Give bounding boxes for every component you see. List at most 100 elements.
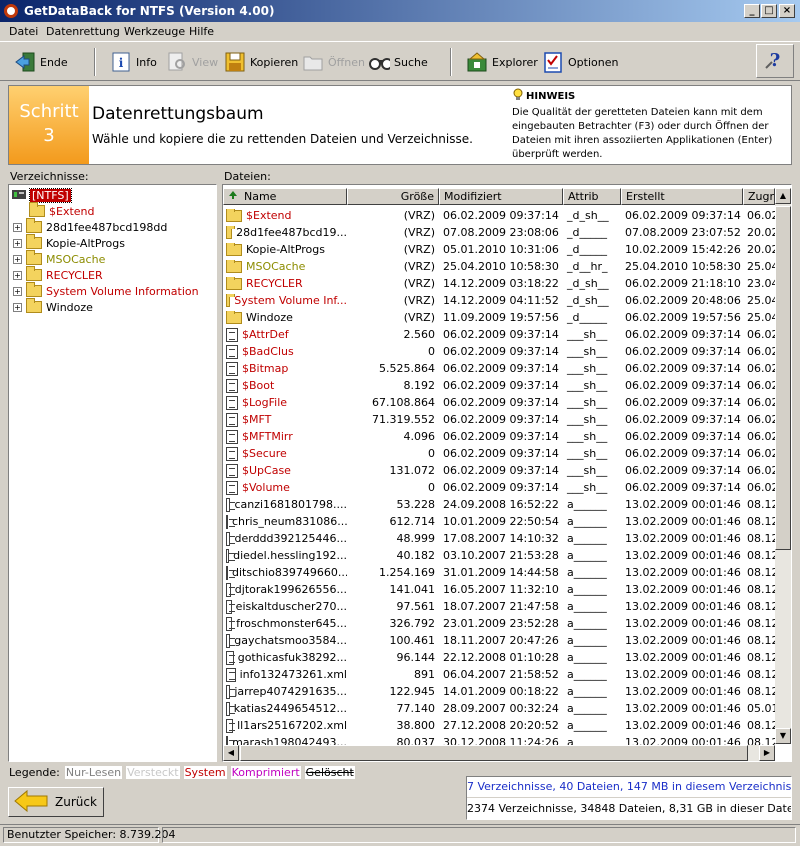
scroll-right-button[interactable]: ▶ xyxy=(759,745,775,761)
file-row[interactable]: System Volume Inf... (VRZ) 14.12.2009 04:1… xyxy=(223,292,775,309)
folder-icon xyxy=(29,202,45,217)
directory-tree[interactable]: [NTFS] $Extend +28d1fee487bcd198dd + Kopie-… xyxy=(8,184,217,762)
menu-hilfe[interactable]: Hilfe xyxy=(189,25,214,38)
info-button[interactable]: i Info xyxy=(110,48,157,76)
file-row[interactable]: RECYCLER (VRZ) 14.12.2009 03:18:22 _d_sh__ 0… xyxy=(223,275,775,292)
minimize-button[interactable]: _ xyxy=(744,4,760,18)
expand-icon[interactable]: + xyxy=(13,238,22,248)
file-row[interactable]: djtorak199626556... 141.041 16.05.2007 11:… xyxy=(223,581,775,598)
oeffnen-button[interactable]: Öffnen xyxy=(302,48,365,76)
horizontal-scrollbar[interactable]: ◀ ▶ xyxy=(223,745,775,761)
suche-button[interactable]: Suche xyxy=(368,48,428,76)
file-mod-cell: 11.09.2009 19:57:56 xyxy=(443,311,559,324)
info-label: Info xyxy=(136,55,157,69)
tree-root[interactable]: [NTFS] xyxy=(11,187,72,203)
file-row[interactable]: gothicasfuk38292... 96.144 22.12.2008 01:1… xyxy=(223,649,775,666)
view-button[interactable]: View xyxy=(166,48,218,76)
tree-item[interactable]: + Kopie-AltProgs xyxy=(13,234,125,251)
tree-item[interactable]: + MSOCache xyxy=(13,250,105,267)
explorer-button[interactable]: Explorer xyxy=(466,48,538,76)
expand-icon[interactable]: + xyxy=(13,222,22,232)
optionen-button[interactable]: Optionen xyxy=(542,48,618,76)
file-row[interactable]: ll1ars25167202.xml 38.800 27.12.2008 20:20… xyxy=(223,717,775,734)
file-row[interactable]: $MFT 71.319.552 06.02.2009 09:37:14 ___sh__… xyxy=(223,411,775,428)
col-created[interactable]: Erstellt xyxy=(621,188,743,205)
expand-icon[interactable]: + xyxy=(13,302,22,312)
file-row[interactable]: $Volume 0 06.02.2009 09:37:14 ___sh__ 06.02.… xyxy=(223,479,775,496)
file-row[interactable]: derddd392125446... 48.999 17.08.2007 14:10… xyxy=(223,530,775,547)
menu-datenrettung[interactable]: Datenrettung xyxy=(46,25,120,38)
file-row[interactable]: katias2449654512... 77.140 28.09.2007 00:3… xyxy=(223,700,775,717)
file-name: 28d1fee487bcd19... xyxy=(236,226,347,239)
file-row[interactable]: $LogFile 67.108.864 06.02.2009 09:37:14 ___… xyxy=(223,394,775,411)
scroll-down-button[interactable]: ▼ xyxy=(775,728,791,744)
col-name[interactable]: Name xyxy=(223,188,347,205)
expand-icon[interactable]: + xyxy=(13,254,22,264)
file-row[interactable]: ditschio839749660... 1.254.169 31.01.2009 … xyxy=(223,564,775,581)
file-row[interactable]: froschmonster645... 326.792 23.01.2009 23:… xyxy=(223,615,775,632)
col-size[interactable]: Größe xyxy=(347,188,439,205)
file-size-cell: (VRZ) xyxy=(403,260,435,273)
file-row[interactable]: Windoze (VRZ) 11.09.2009 19:57:56 _d_____ 06… xyxy=(223,309,775,326)
ende-button[interactable]: Ende xyxy=(14,48,68,76)
file-row[interactable]: $Secure 0 06.02.2009 09:37:14 ___sh__ 06.02.… xyxy=(223,445,775,462)
file-row[interactable]: $Boot 8.192 06.02.2009 09:37:14 ___sh__ 06.0… xyxy=(223,377,775,394)
file-acc-cell: 06.02 xyxy=(747,430,775,443)
file-size-cell: 48.999 xyxy=(396,532,436,545)
menu-werkzeuge[interactable]: Werkzeuge xyxy=(124,25,185,38)
file-name: System Volume Inf... xyxy=(234,294,347,307)
folder-icon xyxy=(226,209,242,222)
col-attrib[interactable]: Attrib xyxy=(563,188,621,205)
file-row[interactable]: canzi1681801798.... 53.228 24.09.2008 16:5… xyxy=(223,496,775,513)
maximize-button[interactable]: □ xyxy=(761,4,777,18)
menu-datei[interactable]: Datei xyxy=(9,25,38,38)
file-row[interactable]: $MFTMirr 4.096 06.02.2009 09:37:14 ___sh__ 0… xyxy=(223,428,775,445)
file-row[interactable]: chris_neum831086... 612.714 10.01.2009 22:… xyxy=(223,513,775,530)
expand-icon[interactable]: + xyxy=(13,270,22,280)
scroll-thumb[interactable] xyxy=(775,206,791,550)
file-mod-cell: 03.10.2007 21:53:28 xyxy=(443,549,559,562)
help-button[interactable]: ? xyxy=(756,44,794,78)
tree-item[interactable]: +28d1fee487bcd198dd xyxy=(13,218,167,235)
file-row[interactable]: $Extend (VRZ) 06.02.2009 09:37:14 _d_sh__ 06… xyxy=(223,207,775,224)
vertical-scrollbar[interactable]: ▲ ▼ xyxy=(775,188,791,744)
file-name: $Extend xyxy=(246,209,292,222)
hscroll-thumb[interactable] xyxy=(240,745,748,761)
file-created-cell: 06.02.2009 09:37:14 xyxy=(625,209,741,222)
file-row[interactable]: info132473261.xml 891 06.04.2007 21:58:52 a… xyxy=(223,666,775,683)
file-attr-cell: ___sh__ xyxy=(567,447,608,460)
legend-label: Legende: xyxy=(9,766,60,779)
file-row[interactable]: eiskaltduscher270... 97.561 18.07.2007 21:… xyxy=(223,598,775,615)
file-mod-cell: 28.09.2007 00:32:24 xyxy=(443,702,559,715)
file-row[interactable]: jarrep4074291635... 122.945 14.01.2009 00:… xyxy=(223,683,775,700)
file-attr-cell: ___sh__ xyxy=(567,413,608,426)
file-row[interactable]: 28d1fee487bcd19... (VRZ) 07.08.2009 23:08:… xyxy=(223,224,775,241)
back-button[interactable]: Zurück xyxy=(8,787,104,817)
scroll-left-button[interactable]: ◀ xyxy=(223,745,239,761)
file-list[interactable]: Name Größe Modifiziert Attrib Erstellt Z… xyxy=(222,184,792,762)
tree-item[interactable]: + RECYCLER xyxy=(13,266,103,283)
file-mod-cell: 06.02.2009 09:37:14 xyxy=(443,209,559,222)
file-row[interactable]: $BadClus 0 06.02.2009 09:37:14 ___sh__ 06.02… xyxy=(223,343,775,360)
tree-item[interactable]: + Windoze xyxy=(13,298,93,315)
file-row[interactable]: $UpCase 131.072 06.02.2009 09:37:14 ___sh__… xyxy=(223,462,775,479)
file-size-cell: 97.561 xyxy=(396,600,436,613)
file-row[interactable]: Kopie-AltProgs (VRZ) 05.01.2010 10:31:06 _d… xyxy=(223,241,775,258)
file-row[interactable]: diedel.hessling192... 40.182 03.10.2007 21… xyxy=(223,547,775,564)
close-button[interactable]: × xyxy=(779,4,795,18)
file-size-cell: 891 xyxy=(414,668,435,681)
file-created-cell: 06.02.2009 09:37:14 xyxy=(625,328,741,341)
tree-item[interactable]: $Extend xyxy=(29,202,95,219)
file-size-cell: (VRZ) xyxy=(403,209,435,222)
file-row[interactable]: $AttrDef 2.560 06.02.2009 09:37:14 ___sh__ 0… xyxy=(223,326,775,343)
col-accessed[interactable]: Zugriff xyxy=(743,188,775,205)
file-row[interactable]: gaychatsmoo3584... 100.461 18.11.2007 20:4… xyxy=(223,632,775,649)
scroll-up-button[interactable]: ▲ xyxy=(775,188,791,204)
tree-item[interactable]: + System Volume Information xyxy=(13,282,199,299)
hint-text: Die Qualität der geretteten Dateien kann… xyxy=(512,107,773,160)
file-row[interactable]: MSOCache (VRZ) 25.04.2010 10:58:30 _d__hr_ 2… xyxy=(223,258,775,275)
file-row[interactable]: $Bitmap 5.525.864 06.02.2009 09:37:14 ___sh… xyxy=(223,360,775,377)
kopieren-button[interactable]: Kopieren xyxy=(224,48,298,76)
expand-icon[interactable]: + xyxy=(13,286,22,296)
col-modified[interactable]: Modifiziert xyxy=(439,188,563,205)
